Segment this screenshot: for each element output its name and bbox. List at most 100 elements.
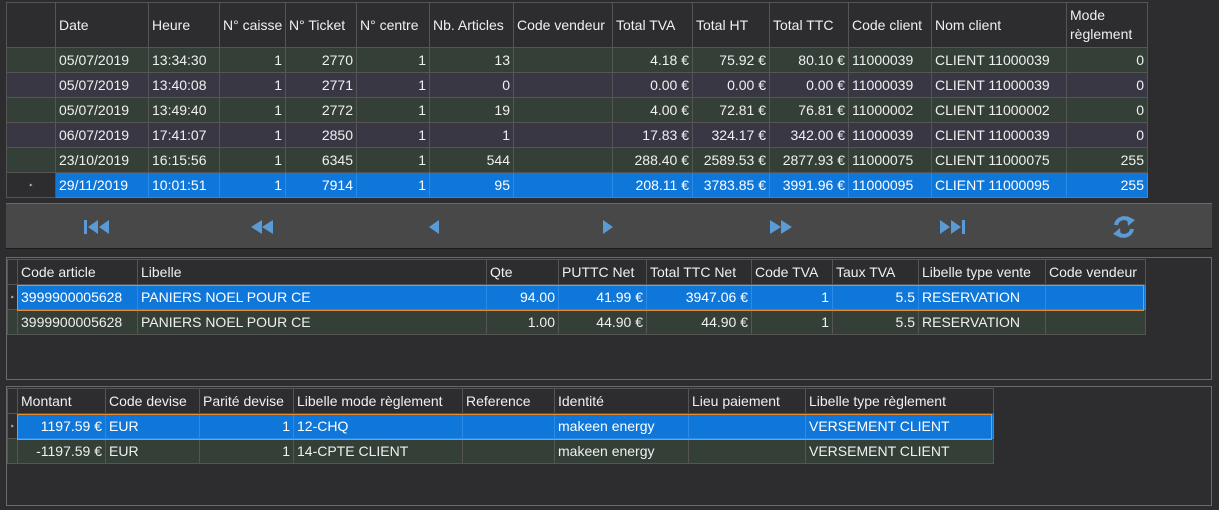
tickets-cell[interactable]: 2850: [285, 122, 357, 148]
tickets-cell[interactable]: 0: [1066, 122, 1148, 148]
row-indicator[interactable]: [6, 122, 56, 148]
articles-cell[interactable]: 44.90 €: [646, 309, 752, 335]
payments-cell[interactable]: EUR: [105, 438, 200, 464]
tickets-cell[interactable]: [513, 72, 613, 98]
tickets-cell[interactable]: 7914: [285, 172, 357, 198]
col-header-libelle[interactable]: Libelle: [137, 259, 487, 285]
articles-cell[interactable]: 1: [751, 309, 833, 335]
tickets-cell[interactable]: 05/07/2019: [55, 97, 149, 123]
tickets-cell[interactable]: CLIENT 11000095: [931, 172, 1067, 198]
tickets-cell[interactable]: CLIENT 11000039: [931, 47, 1067, 73]
tickets-cell[interactable]: 2770: [285, 47, 357, 73]
articles-row[interactable]: ‣ 3999900005628 PANIERS NOEL POUR CE 94.00 4…: [7, 284, 1146, 310]
articles-cell[interactable]: 94.00: [486, 284, 559, 310]
previous-record-button[interactable]: [404, 204, 464, 250]
col-header-nom-client[interactable]: Nom client: [931, 2, 1067, 48]
tickets-cell[interactable]: CLIENT 11000039: [931, 72, 1067, 98]
tickets-cell[interactable]: 80.10 €: [769, 47, 849, 73]
tickets-cell[interactable]: 342.00 €: [769, 122, 849, 148]
articles-cell[interactable]: 1: [751, 284, 833, 310]
tickets-cell[interactable]: 05/07/2019: [55, 72, 149, 98]
tickets-cell[interactable]: 11000002: [848, 97, 932, 123]
tickets-cell[interactable]: 0.00 €: [612, 72, 693, 98]
col-header-nb-articles[interactable]: Nb. Articles: [429, 2, 514, 48]
tickets-cell[interactable]: 4.18 €: [612, 47, 693, 73]
col-header-libelle-mode-reglement[interactable]: Libelle mode règlement: [293, 388, 463, 414]
tickets-cell[interactable]: 95: [429, 172, 514, 198]
payments-cell[interactable]: [688, 413, 806, 439]
tickets-cell[interactable]: 17.83 €: [612, 122, 693, 148]
col-header-identite[interactable]: Identité: [554, 388, 689, 414]
tickets-cell[interactable]: 76.81 €: [769, 97, 849, 123]
tickets-cell[interactable]: 29/11/2019: [55, 172, 149, 198]
tickets-cell[interactable]: [513, 47, 613, 73]
col-header-total-tva[interactable]: Total TVA: [612, 2, 693, 48]
tickets-cell[interactable]: 6345: [285, 147, 357, 173]
tickets-cell[interactable]: 0: [1066, 72, 1148, 98]
articles-cell[interactable]: 5.5: [832, 309, 919, 335]
col-header-parite-devise[interactable]: Parité devise: [199, 388, 294, 414]
tickets-cell[interactable]: 13:49:40: [148, 97, 220, 123]
tickets-cell[interactable]: 0.00 €: [692, 72, 770, 98]
articles-cell[interactable]: 3999900005628: [17, 284, 138, 310]
refresh-button[interactable]: [1094, 204, 1154, 250]
tickets-cell[interactable]: 3991.96 €: [769, 172, 849, 198]
col-header-code-article[interactable]: Code article: [17, 259, 138, 285]
next-record-button[interactable]: [578, 204, 638, 250]
tickets-cell[interactable]: CLIENT 11000002: [931, 97, 1067, 123]
tickets-cell[interactable]: [513, 97, 613, 123]
first-record-button[interactable]: [67, 204, 127, 250]
payments-row[interactable]: -1197.59 € EUR 1 14-CPTE CLIENT makeen energ…: [7, 438, 994, 464]
tickets-cell[interactable]: 1: [356, 97, 430, 123]
col-header-qte[interactable]: Qte: [486, 259, 559, 285]
row-indicator[interactable]: [7, 309, 18, 335]
payments-cell[interactable]: 1197.59 €: [17, 413, 106, 439]
tickets-cell[interactable]: 324.17 €: [692, 122, 770, 148]
tickets-cell[interactable]: 1: [356, 147, 430, 173]
articles-cell[interactable]: 1.00: [486, 309, 559, 335]
col-header-puttc-net[interactable]: PUTTC Net: [558, 259, 647, 285]
col-header-n-caisse[interactable]: N° caisse: [219, 2, 286, 48]
tickets-cell[interactable]: 1: [219, 72, 286, 98]
tickets-cell[interactable]: 16:15:56: [148, 147, 220, 173]
tickets-cell[interactable]: 19: [429, 97, 514, 123]
col-header-code-vendeur[interactable]: Code vendeur: [513, 2, 613, 48]
tickets-cell[interactable]: 0: [429, 72, 514, 98]
col-header-mode-reglement[interactable]: Mode règlement: [1066, 2, 1148, 48]
payments-cell[interactable]: EUR: [105, 413, 200, 439]
tickets-cell[interactable]: 11000039: [848, 122, 932, 148]
articles-cell[interactable]: 5.5: [832, 284, 919, 310]
tickets-grid[interactable]: Date Heure N° caisse N° Ticket N° centre…: [6, 2, 1148, 198]
tickets-cell[interactable]: 1: [429, 122, 514, 148]
row-indicator[interactable]: ‣: [7, 413, 18, 439]
articles-cell[interactable]: [1045, 309, 1146, 335]
payments-cell[interactable]: VERSEMENT CLIENT: [805, 438, 994, 464]
articles-grid[interactable]: Code article Libelle Qte PUTTC Net Total…: [7, 259, 1146, 335]
payments-cell[interactable]: VERSEMENT CLIENT: [805, 413, 994, 439]
row-indicator[interactable]: ‣: [6, 172, 56, 198]
payments-row[interactable]: ‣ 1197.59 € EUR 1 12-CHQ makeen energy VERSEME…: [7, 413, 994, 439]
tickets-cell[interactable]: 4.00 €: [612, 97, 693, 123]
payments-cell[interactable]: makeen energy: [554, 438, 689, 464]
tickets-cell[interactable]: 2589.53 €: [692, 147, 770, 173]
row-indicator[interactable]: [6, 47, 56, 73]
row-indicator[interactable]: [6, 72, 56, 98]
col-header-code-tva[interactable]: Code TVA: [751, 259, 833, 285]
row-indicator[interactable]: [6, 97, 56, 123]
col-header-total-ht[interactable]: Total HT: [692, 2, 770, 48]
tickets-cell[interactable]: 11000095: [848, 172, 932, 198]
col-header-n-centre[interactable]: N° centre: [356, 2, 430, 48]
payments-cell[interactable]: [462, 438, 555, 464]
tickets-cell[interactable]: 10:01:51: [148, 172, 220, 198]
payments-cell[interactable]: makeen energy: [554, 413, 689, 439]
articles-cell[interactable]: 44.90 €: [558, 309, 647, 335]
tickets-cell[interactable]: [513, 172, 613, 198]
tickets-cell[interactable]: 1: [356, 172, 430, 198]
tickets-cell[interactable]: 1: [356, 72, 430, 98]
tickets-cell[interactable]: 208.11 €: [612, 172, 693, 198]
articles-cell[interactable]: [1045, 284, 1146, 310]
previous-page-button[interactable]: [232, 204, 292, 250]
tickets-cell[interactable]: 75.92 €: [692, 47, 770, 73]
tickets-cell[interactable]: CLIENT 11000075: [931, 147, 1067, 173]
tickets-cell[interactable]: 255: [1066, 172, 1148, 198]
